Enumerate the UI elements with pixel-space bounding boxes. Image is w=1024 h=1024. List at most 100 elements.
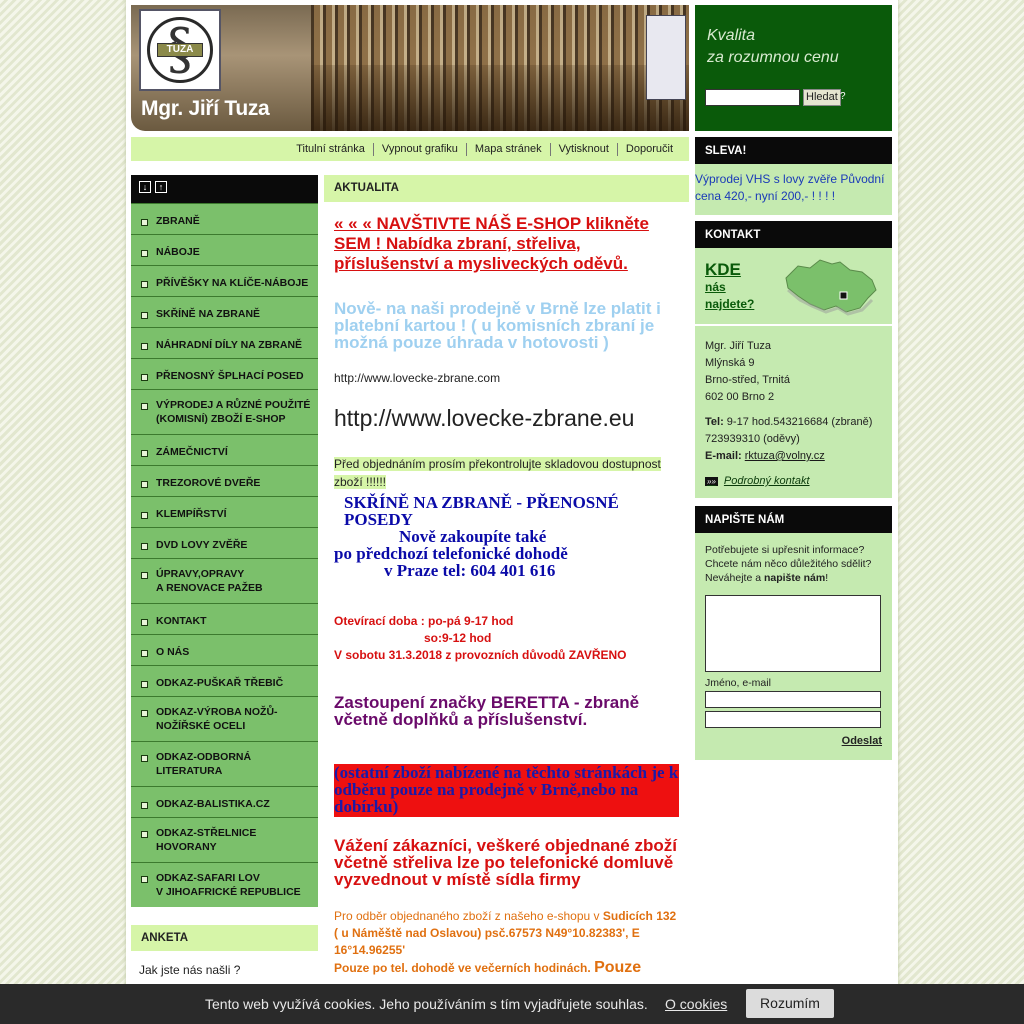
collapse-all-icon[interactable]: ↑ xyxy=(155,181,167,193)
pickup-text-1: Pro odběr objednaného zboží z našeho e-s… xyxy=(334,909,603,923)
form-intro-2: Chcete nám něco důležitého sdělit? xyxy=(705,558,872,570)
sidebar-item[interactable]: ODKAZ-PUŠKAŘ TŘEBIČ xyxy=(131,665,318,696)
sidebar-item-label: (KOMISNÍ) ZBOŽÍ E-SHOP xyxy=(156,413,286,425)
hours-line-1: Otevírací doba : po-pá 9-17 hod xyxy=(334,614,514,628)
nav-print[interactable]: Vytisknout xyxy=(549,143,617,156)
expand-all-icon[interactable]: ↓ xyxy=(139,181,151,193)
sidebar-item-label: PŘENOSNÝ ŠPLHACÍ POSED xyxy=(156,370,304,382)
search-help-link[interactable]: ? xyxy=(840,91,846,102)
sidebar-item[interactable]: ODKAZ-STŘELNICE HOVORANY xyxy=(131,817,318,862)
addr-name: Mgr. Jiří Tuza xyxy=(705,340,772,352)
sidebar-header: ↓ ↑ xyxy=(131,175,318,203)
nav-recommend[interactable]: Doporučit xyxy=(616,143,681,156)
discount-text[interactable]: Výprodej VHS s lovy zvěře Původní cena 4… xyxy=(695,164,892,215)
slogan-line-1: Kvalita xyxy=(707,27,756,44)
sidebar-item-label: KONTAKT xyxy=(156,615,207,627)
where-sub-1: nás xyxy=(705,280,726,294)
search-button[interactable]: Hledat xyxy=(803,89,841,106)
sidebar-item[interactable]: ZÁMEČNICTVÍ xyxy=(131,434,318,465)
slogan: Kvalita za rozumnou cenu xyxy=(707,25,839,69)
send-button[interactable]: Odeslat xyxy=(705,734,882,748)
contact-form: Potřebujete si upřesnit informace? Chcet… xyxy=(695,533,892,760)
guns-shade xyxy=(311,65,689,131)
name-email-label: Jméno, e-mail xyxy=(705,677,771,689)
sidebar-item[interactable]: DVD LOVY ZVĚŘE xyxy=(131,527,318,558)
left-sidebar: ↓ ↑ ZBRANĚ NÁBOJE PŘÍVĚŠKY NA KLÍČE-NÁBOJE… xyxy=(131,175,318,977)
sidebar-item-label: A RENOVACE PAŽEB xyxy=(156,582,263,594)
tel-value-1: 9-17 hod.543216684 (zbraně) xyxy=(723,416,873,428)
discount-header: SLEVA! xyxy=(695,137,892,164)
cookie-text: Tento web využívá cookies. Jeho používán… xyxy=(205,996,648,1012)
contact-address: Mgr. Jiří Tuza Mlýnská 9 Brno-střed, Trn… xyxy=(695,326,892,498)
sidebar-item[interactable]: ODKAZ-SAFARI LOV V JIHOAFRICKÉ REPUBLICE xyxy=(131,862,318,907)
addr-district: Brno-střed, Trnitá xyxy=(705,374,790,386)
top-navigation: Titulní stránka Vypnout grafiku Mapa str… xyxy=(131,137,689,161)
sidebar-item-label: V JIHOAFRICKÉ REPUBLICE xyxy=(156,886,301,898)
eshop-link[interactable]: « « « NAVŠTIVTE NÁŠ E-SHOP klikněte SEM … xyxy=(334,214,679,274)
sidebar-item[interactable]: SKŘÍNĚ NA ZBRANĚ xyxy=(131,296,318,327)
slogan-line-2: za rozumnou cenu xyxy=(707,49,839,66)
sidebar-item[interactable]: ODKAZ-BALISTIKA.CZ xyxy=(131,786,318,817)
detail-contact-link[interactable]: »» Podrobný kontakt xyxy=(705,473,882,490)
map-link[interactable]: KDE nás najdete? xyxy=(695,248,892,326)
sidebar-item[interactable]: ZBRANĚ xyxy=(131,203,318,234)
form-intro-3c: ! xyxy=(825,572,829,584)
email-input[interactable] xyxy=(705,711,881,728)
czech-map-icon[interactable] xyxy=(780,256,880,318)
sidebar-item[interactable]: ODKAZ-VÝROBA NOŽŮ- NOŽÍŘSKÉ OCELI xyxy=(131,696,318,741)
where-link[interactable]: KDE xyxy=(705,260,741,280)
header-banner[interactable]: § TUZA Mgr. Jiří Tuza xyxy=(131,5,689,131)
sidebar-item[interactable]: NÁBOJE xyxy=(131,234,318,265)
double-arrow-icon: »» xyxy=(705,477,718,486)
sidebar-item-label: ZBRANĚ xyxy=(156,215,200,227)
write-us-header: NAPIŠTE NÁM xyxy=(695,506,892,533)
slogan-box: Kvalita za rozumnou cenu Hledat ? xyxy=(695,5,892,131)
where-sub-link[interactable]: nás najdete? xyxy=(705,279,754,313)
sidebar-item-label: TREZOROVÉ DVEŘE xyxy=(156,477,261,489)
sidebar-item[interactable]: PŘÍVĚŠKY NA KLÍČE-NÁBOJE xyxy=(131,265,318,296)
tel-label: Tel: xyxy=(705,416,724,428)
sidebar-item-label: LITERATURA xyxy=(156,765,223,777)
sidebar-item-label: ODKAZ-ODBORNÁ xyxy=(156,751,252,763)
sidebar-item[interactable]: TREZOROVÉ DVEŘE xyxy=(131,465,318,496)
email-label: E-mail: xyxy=(705,450,742,462)
sidebar-item-label: ODKAZ-VÝROBA NOŽŮ- xyxy=(156,706,278,718)
name-input[interactable] xyxy=(705,691,881,708)
sidebar-item[interactable]: ÚPRAVY,OPRAVY A RENOVACE PAŽEB xyxy=(131,558,318,603)
contact-header: KONTAKT xyxy=(695,221,892,248)
sidebar-item[interactable]: KONTAKT xyxy=(131,603,318,634)
sidebar-item-label: KLEMPÍŘSTVÍ xyxy=(156,508,227,520)
cookie-accept-button[interactable]: Rozumím xyxy=(746,989,834,1018)
sidebar-item[interactable]: O NÁS xyxy=(131,634,318,665)
logo[interactable]: § TUZA xyxy=(139,9,221,91)
sidebar-item[interactable]: NÁHRADNÍ DÍLY NA ZBRANĚ xyxy=(131,327,318,358)
shipping-notice: (ostatní zboží nabízené na těchto stránk… xyxy=(334,763,679,817)
sidebar-item-label: NOŽÍŘSKÉ OCELI xyxy=(156,720,246,732)
sidebar-item-label: O NÁS xyxy=(156,646,190,658)
cookie-info-link[interactable]: O cookies xyxy=(665,996,727,1012)
sidebar-item-label: DVD LOVY ZVĚŘE xyxy=(156,539,248,551)
sidebar-item-label: ODKAZ-SAFARI LOV xyxy=(156,872,260,884)
sidebar-item[interactable]: ODKAZ-ODBORNÁ LITERATURA xyxy=(131,741,318,786)
hours-line-3: V sobotu 31.3.2018 z provozních důvodů Z… xyxy=(334,648,627,662)
message-textarea[interactable] xyxy=(705,595,881,672)
sidebar-item-label: NÁHRADNÍ DÍLY NA ZBRANĚ xyxy=(156,339,303,351)
right-sidebar: SLEVA! Výprodej VHS s lovy zvěře Původní… xyxy=(695,137,892,760)
email-link[interactable]: rktuza@volny.cz xyxy=(745,450,825,462)
sidebar-item[interactable]: PŘENOSNÝ ŠPLHACÍ POSED xyxy=(131,358,318,389)
nav-sitemap[interactable]: Mapa stránek xyxy=(465,143,550,156)
sidebar-item[interactable]: VÝPRODEJ A RŮZNÉ POUŽITÉ (KOMISNÍ) ZBOŽÍ … xyxy=(131,389,318,434)
form-intro-1: Potřebujete si upřesnit informace? xyxy=(705,544,865,556)
poll-question: Jak jste nás našli ? xyxy=(139,963,241,977)
search-input[interactable] xyxy=(705,89,800,106)
cabinets-line-3: po předchozí telefonické dohodě xyxy=(334,544,568,563)
pickup-text-4: Pouze xyxy=(594,959,642,976)
nav-home[interactable]: Titulní stránka xyxy=(288,143,373,156)
sidebar-item[interactable]: KLEMPÍŘSTVÍ xyxy=(131,496,318,527)
pickup-address: Pro odběr objednaného zboží z našeho e-s… xyxy=(334,908,679,977)
sidebar-item-label: SKŘÍNĚ NA ZBRANĚ xyxy=(156,308,261,320)
sidebar-item-label: VÝPRODEJ A RŮZNÉ POUŽITÉ xyxy=(156,399,311,411)
nav-disable-graphics[interactable]: Vypnout grafiku xyxy=(372,143,466,156)
sidebar-item-label: ODKAZ-BALISTIKA.CZ xyxy=(156,798,270,810)
where-sub-2: najdete? xyxy=(705,297,755,311)
